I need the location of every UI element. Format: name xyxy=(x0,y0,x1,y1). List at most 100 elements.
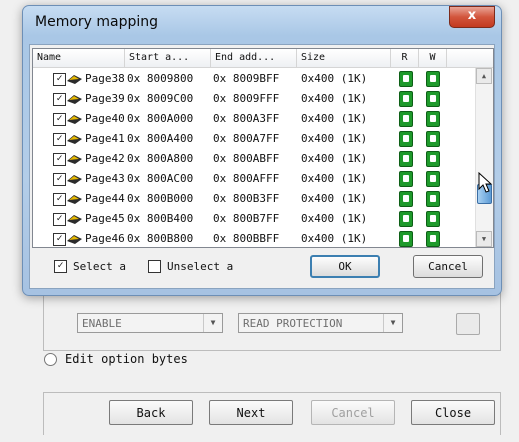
unselect-all-checkbox[interactable]: Unselect a xyxy=(148,260,233,273)
write-lock-icon[interactable] xyxy=(426,131,440,147)
col-read[interactable]: R xyxy=(391,49,419,67)
page-name: Page44 xyxy=(85,192,125,205)
read-lock-icon[interactable] xyxy=(399,191,413,207)
checkbox-checked-icon[interactable]: ✓ xyxy=(53,133,66,146)
list-item[interactable]: ✓ Page40 0x 800A000 0x 800A3FF 0x400 (1K) xyxy=(33,109,475,129)
protection-combo[interactable]: READ PROTECTION ▼ xyxy=(238,313,403,333)
scroll-up-icon[interactable]: ▲ xyxy=(476,68,492,84)
edit-option-bytes-label: Edit option bytes xyxy=(65,352,188,366)
write-lock-icon[interactable] xyxy=(426,211,440,227)
chevron-down-icon[interactable]: ▼ xyxy=(383,314,402,332)
page-name: Page40 xyxy=(85,112,125,125)
cancel-button[interactable]: Cancel xyxy=(413,255,483,278)
wizard-cancel-button[interactable]: Cancel xyxy=(311,400,395,425)
start-address: 0x 800B800 xyxy=(127,232,194,245)
write-lock-icon[interactable] xyxy=(426,91,440,107)
checkbox-checked-icon[interactable]: ✓ xyxy=(53,213,66,226)
read-lock-icon[interactable] xyxy=(399,111,413,127)
memory-chip-icon xyxy=(67,175,82,184)
chevron-down-icon[interactable]: ▼ xyxy=(203,314,222,332)
enable-combo-value: ENABLE xyxy=(82,317,122,330)
edit-option-bytes-radio[interactable]: Edit option bytes xyxy=(44,352,188,366)
enable-combo[interactable]: ENABLE ▼ xyxy=(77,313,223,333)
page-name: Page43 xyxy=(85,172,125,185)
read-lock-icon[interactable] xyxy=(399,71,413,87)
write-lock-icon[interactable] xyxy=(426,71,440,87)
write-lock-icon[interactable] xyxy=(426,171,440,187)
end-address: 0x 800A7FF xyxy=(213,132,280,145)
page-name: Page38 xyxy=(85,72,125,85)
checkbox-checked-icon[interactable]: ✓ xyxy=(53,173,66,186)
checkbox-checked-icon[interactable]: ✓ xyxy=(53,113,66,126)
checkbox-checked-icon[interactable]: ✓ xyxy=(53,193,66,206)
list-item[interactable]: ✓ Page46 0x 800B800 0x 800BBFF 0x400 (1K) xyxy=(33,229,475,247)
col-write[interactable]: W xyxy=(419,49,447,67)
select-all-label: Select a xyxy=(73,260,126,273)
memory-chip-icon xyxy=(67,135,82,144)
page-size: 0x400 (1K) xyxy=(301,72,368,85)
back-button[interactable]: Back xyxy=(109,400,193,425)
write-lock-icon[interactable] xyxy=(426,151,440,167)
list-item[interactable]: ✓ Page44 0x 800B000 0x 800B3FF 0x400 (1K) xyxy=(33,189,475,209)
memory-chip-icon xyxy=(67,155,82,164)
read-lock-icon[interactable] xyxy=(399,231,413,247)
checkbox-checked-icon[interactable]: ✓ xyxy=(54,260,67,273)
page-list[interactable]: Name Start a... End add... Size R W ✓ Pag… xyxy=(32,48,494,248)
end-address: 0x 800BBFF xyxy=(213,232,280,245)
mouse-cursor-icon xyxy=(478,172,493,193)
write-lock-icon[interactable] xyxy=(426,191,440,207)
protection-combo-value: READ PROTECTION xyxy=(243,317,343,330)
start-address: 0x 800A400 xyxy=(127,132,194,145)
start-address: 0x 8009C00 xyxy=(127,92,194,105)
read-lock-icon[interactable] xyxy=(399,91,413,107)
page-size: 0x400 (1K) xyxy=(301,192,368,205)
start-address: 0x 800A000 xyxy=(127,112,194,125)
radio-icon[interactable] xyxy=(44,352,57,366)
col-start[interactable]: Start a... xyxy=(125,49,211,67)
checkbox-checked-icon[interactable]: ✓ xyxy=(53,153,66,166)
list-item[interactable]: ✓ Page45 0x 800B400 0x 800B7FF 0x400 (1K) xyxy=(33,209,475,229)
read-lock-icon[interactable] xyxy=(399,131,413,147)
dialog-close-button[interactable]: x xyxy=(449,6,495,28)
checkbox-empty-icon[interactable] xyxy=(148,260,161,273)
close-button[interactable]: Close xyxy=(411,400,495,425)
memory-mapping-dialog: Memory mapping x Name Start a... End add… xyxy=(22,5,502,296)
col-end[interactable]: End add... xyxy=(211,49,297,67)
read-lock-icon[interactable] xyxy=(399,211,413,227)
write-lock-icon[interactable] xyxy=(426,111,440,127)
col-name[interactable]: Name xyxy=(33,49,125,67)
next-button[interactable]: Next xyxy=(209,400,293,425)
memory-chip-icon xyxy=(67,115,82,124)
read-lock-icon[interactable] xyxy=(399,151,413,167)
list-item[interactable]: ✓ Page43 0x 800AC00 0x 800AFFF 0x400 (1K) xyxy=(33,169,475,189)
list-item[interactable]: ✓ Page42 0x 800A800 0x 800ABFF 0x400 (1K) xyxy=(33,149,475,169)
checkbox-checked-icon[interactable]: ✓ xyxy=(53,93,66,106)
memory-chip-icon xyxy=(67,75,82,84)
dialog-title: Memory mapping xyxy=(35,14,159,30)
list-item[interactable]: ✓ Page39 0x 8009C00 0x 8009FFF 0x400 (1K) xyxy=(33,89,475,109)
end-address: 0x 8009BFF xyxy=(213,72,280,85)
select-all-checkbox[interactable]: ✓ Select a xyxy=(54,260,126,273)
list-item[interactable]: ✓ Page41 0x 800A400 0x 800A7FF 0x400 (1K) xyxy=(33,129,475,149)
end-address: 0x 800ABFF xyxy=(213,152,280,165)
end-address: 0x 800A3FF xyxy=(213,112,280,125)
memory-chip-icon xyxy=(67,235,82,244)
start-address: 0x 800AC00 xyxy=(127,172,194,185)
write-lock-icon[interactable] xyxy=(426,231,440,247)
ok-button[interactable]: OK xyxy=(310,255,380,278)
start-address: 0x 800B000 xyxy=(127,192,194,205)
page-size: 0x400 (1K) xyxy=(301,232,368,245)
start-address: 0x 800B400 xyxy=(127,212,194,225)
col-size[interactable]: Size xyxy=(297,49,391,67)
list-item[interactable]: ✓ Page38 0x 8009800 0x 8009BFF 0x400 (1K) xyxy=(33,69,475,89)
page-name: Page41 xyxy=(85,132,125,145)
read-lock-icon[interactable] xyxy=(399,171,413,187)
scroll-down-icon[interactable]: ▼ xyxy=(476,231,492,247)
page-size: 0x400 (1K) xyxy=(301,172,368,185)
checkbox-checked-icon[interactable]: ✓ xyxy=(53,73,66,86)
checkbox-checked-icon[interactable]: ✓ xyxy=(53,233,66,246)
dialog-client: Name Start a... End add... Size R W ✓ Pag… xyxy=(29,44,495,289)
vertical-scrollbar[interactable]: ▲ ▼ xyxy=(475,68,493,247)
end-address: 0x 800B7FF xyxy=(213,212,280,225)
browse-button[interactable] xyxy=(456,313,480,335)
